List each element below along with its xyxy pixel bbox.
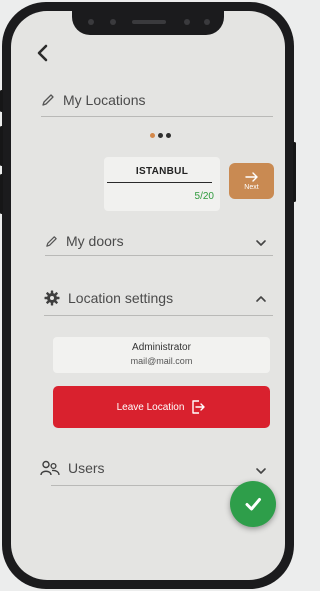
pager-dot-active	[150, 133, 155, 138]
power-button	[293, 142, 296, 202]
leave-location-button[interactable]: Leave Location	[53, 386, 270, 428]
pager-dot	[158, 133, 163, 138]
users-icon	[40, 460, 60, 476]
chevron-down-icon[interactable]	[255, 237, 267, 249]
location-settings-header[interactable]: Location settings	[44, 290, 274, 306]
location-settings-title: Location settings	[68, 290, 174, 306]
pencil-icon	[46, 235, 57, 247]
notch	[72, 11, 224, 35]
leave-location-label: Leave Location	[116, 401, 185, 413]
my-locations-title: My Locations	[63, 92, 146, 108]
next-button[interactable]: Next	[229, 163, 274, 199]
pager-dots	[150, 133, 171, 138]
divider	[44, 315, 273, 316]
divider	[41, 116, 273, 117]
pencil-icon	[42, 94, 54, 106]
users-title: Users	[68, 460, 105, 476]
checkmark-icon	[245, 498, 261, 511]
phone-frame: My Locations ISTANBUL 5/20 Next My doors	[0, 2, 296, 589]
arrow-right-icon	[244, 172, 258, 182]
chevron-down-icon[interactable]	[255, 465, 267, 477]
location-name: ISTANBUL	[135, 166, 189, 177]
volume-up-button	[0, 126, 3, 166]
admin-email: mail@mail.com	[130, 356, 193, 366]
users-header[interactable]: Users	[40, 460, 270, 476]
location-card[interactable]: ISTANBUL 5/20	[104, 157, 220, 211]
admin-role: Administrator	[132, 342, 191, 353]
mute-switch	[0, 90, 3, 112]
gear-icon	[44, 290, 60, 306]
pager-dot	[166, 133, 171, 138]
confirm-fab-button[interactable]	[230, 481, 276, 527]
location-underline	[107, 182, 212, 183]
exit-icon	[192, 400, 206, 414]
location-count: 5/20	[194, 191, 214, 202]
chevron-up-icon[interactable]	[255, 293, 267, 305]
my-locations-header[interactable]: My Locations	[41, 92, 271, 108]
volume-down-button	[0, 174, 3, 214]
my-doors-header[interactable]: My doors	[45, 233, 275, 249]
admin-card: Administrator mail@mail.com	[53, 337, 270, 373]
divider	[51, 485, 251, 486]
my-doors-title: My doors	[66, 233, 124, 249]
next-label: Next	[244, 184, 259, 191]
divider	[45, 255, 273, 256]
chevron-left-icon[interactable]	[33, 43, 53, 63]
